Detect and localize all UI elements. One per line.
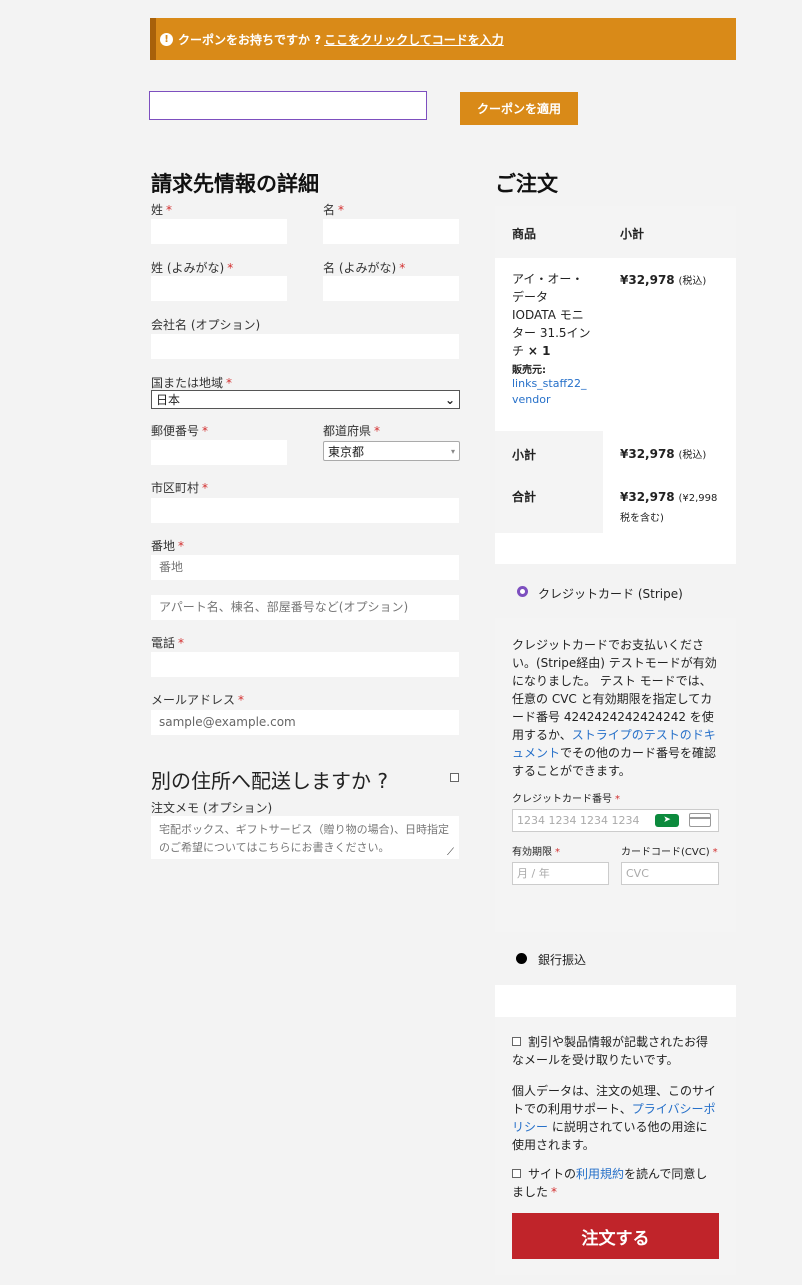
privacy-text: 個人データは、注文の処理、このサイトでの利用サポート、プライバシーポリシー に説…	[512, 1084, 717, 1152]
address-input[interactable]: 番地	[151, 555, 459, 580]
city-input[interactable]	[151, 498, 459, 523]
order-notes-placeholder: 宅配ボックス、ギフトサービス（贈り物の場合)、日時指定のご希望についてはこちらに…	[159, 823, 449, 854]
coupon-code-input[interactable]	[149, 91, 427, 120]
coupon-toggle-link[interactable]: ここをクリックしてコードを入力	[324, 31, 504, 48]
bank-transfer-label[interactable]: 銀行振込	[538, 951, 586, 968]
ship-different-heading: 別の住所へ配送しますか ?	[151, 769, 388, 793]
bank-transfer-radio[interactable]	[516, 953, 527, 964]
dropdown-arrow-icon: ▾	[450, 446, 455, 456]
col-subtotal: 小計	[620, 227, 645, 241]
cvc-label: カードコード(CVC) *	[621, 847, 718, 858]
coupon-notice: ! クーポンをお持ちですか ? ここをクリックしてコードを入力	[150, 18, 736, 60]
state-label: 都道府県 *	[323, 424, 381, 438]
last-name-kana-label: 姓 (よみがな) *	[151, 261, 234, 275]
subtotal-label: 小計	[512, 448, 537, 462]
company-input[interactable]	[151, 334, 459, 359]
newsletter-label[interactable]: 割引や製品情報が記載されたお得なメールを受け取りたいです。	[512, 1033, 718, 1069]
state-select[interactable]: 東京都 ▾	[323, 441, 460, 461]
billing-title: 請求先情報の詳細	[151, 172, 319, 196]
card-number-label: クレジットカード番号 *	[512, 794, 620, 805]
chevron-down-icon: ⌄	[444, 392, 455, 407]
country-select[interactable]: 日本 ⌄	[151, 390, 460, 409]
vendor-label: 販売元:	[512, 365, 546, 376]
terms-label[interactable]: サイトの利用規約を読んで同意しました *	[512, 1165, 718, 1201]
ship-different-checkbox[interactable]	[450, 773, 459, 782]
expiry-label: 有効期限 *	[512, 847, 560, 858]
product-price: ¥32,978 (税込)	[620, 273, 707, 287]
product-name: アイ・オー・データ IODATA モニター 31.5インチ	[512, 272, 591, 358]
address2-input[interactable]: アパート名、棟名、部屋番号など(オプション)	[151, 595, 459, 620]
col-product: 商品	[512, 227, 537, 241]
postcode-input[interactable]	[151, 440, 287, 465]
coupon-notice-text: クーポンをお持ちですか ?	[178, 32, 322, 47]
order-title: ご注文	[495, 172, 558, 196]
credit-card-icon	[689, 813, 711, 827]
company-label: 会社名 (オプション)	[151, 318, 261, 332]
stripe-description: クレジットカードでお支払いください。(Stripe経由) テストモードが有効にな…	[512, 638, 717, 778]
order-notes-textarea[interactable]: 宅配ボックス、ギフトサービス（贈り物の場合)、日時指定のご希望についてはこちらに…	[151, 816, 459, 859]
phone-label: 電話 *	[151, 636, 185, 650]
first-name-input[interactable]	[323, 219, 459, 244]
apply-coupon-button[interactable]: クーポンを適用	[460, 92, 578, 125]
order-notes-label: 注文メモ (オプション)	[151, 801, 273, 815]
first-name-label: 名 *	[323, 203, 345, 217]
autofill-link-icon[interactable]: ➤	[655, 814, 679, 827]
terms-link[interactable]: 利用規約	[576, 1167, 624, 1181]
first-name-kana-input[interactable]	[323, 276, 459, 301]
first-name-kana-label: 名 (よみがな) *	[323, 261, 406, 275]
last-name-kana-input[interactable]	[151, 276, 287, 301]
card-number-input[interactable]: 1234 1234 1234 1234	[512, 809, 719, 832]
state-value: 東京都	[328, 444, 365, 459]
postcode-label: 郵便番号 *	[151, 424, 209, 438]
last-name-input[interactable]	[151, 219, 287, 244]
stripe-radio[interactable]	[517, 586, 528, 597]
payment-divider	[495, 985, 736, 1017]
resize-handle-icon[interactable]: ⟋	[447, 847, 454, 858]
vendor-link[interactable]: links_staff22_vendor	[512, 376, 590, 408]
email-input[interactable]: sample@example.com	[151, 710, 459, 735]
product-name-cell: アイ・オー・データ IODATA モニター 31.5インチ × 1	[512, 270, 592, 360]
info-icon: !	[160, 32, 173, 46]
country-value: 日本	[156, 393, 181, 407]
place-order-button[interactable]: 注文する	[512, 1213, 719, 1259]
product-quantity: × 1	[527, 344, 551, 358]
total-label: 合計	[512, 490, 537, 504]
stripe-label[interactable]: クレジットカード (Stripe)	[538, 585, 683, 602]
country-label: 国または地域 *	[151, 376, 233, 390]
expiry-input[interactable]: 月 / 年	[512, 862, 609, 885]
cvc-input[interactable]: CVC	[621, 862, 719, 885]
address-label: 番地 *	[151, 539, 185, 553]
subtotal-value: ¥32,978 (税込)	[620, 447, 707, 461]
city-label: 市区町村 *	[151, 481, 209, 495]
last-name-label: 姓 *	[151, 203, 173, 217]
phone-input[interactable]	[151, 652, 459, 677]
total-value: ¥32,978 (¥2,998 税を含む)	[620, 490, 718, 524]
email-label: メールアドレス *	[151, 693, 245, 707]
